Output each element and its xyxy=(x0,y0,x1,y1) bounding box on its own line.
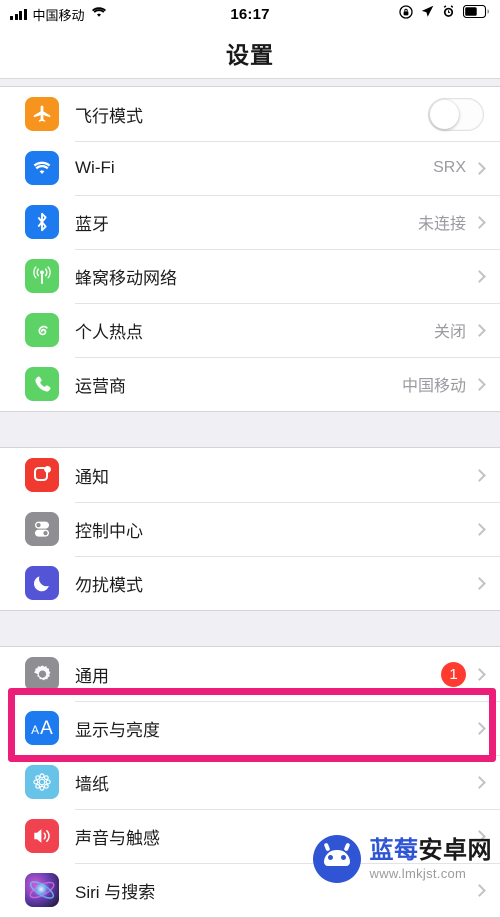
row-accessory xyxy=(473,522,486,536)
row-accessory: 中国移动 xyxy=(401,372,486,396)
settings-row-label: 个人热点 xyxy=(75,322,143,342)
row-accessory xyxy=(473,468,486,482)
row-accessory xyxy=(473,721,486,735)
group-spacer xyxy=(0,611,500,646)
rotation-lock-icon xyxy=(399,4,413,24)
cellular-icon xyxy=(25,259,59,293)
airplane-mode-toggle[interactable] xyxy=(428,97,484,131)
wifi-icon xyxy=(91,5,107,23)
gear-icon xyxy=(25,657,59,691)
chevron-right-icon xyxy=(473,269,486,283)
settings-row-label: 飞行模式 xyxy=(75,106,143,126)
airplane-icon xyxy=(25,97,59,131)
settings-row-display-brightness[interactable]: AA 显示与亮度 xyxy=(0,701,500,755)
bluetooth-icon xyxy=(25,205,59,239)
chevron-right-icon xyxy=(473,721,486,735)
battery-icon xyxy=(462,4,490,23)
signal-bars-icon xyxy=(10,8,27,20)
watermark-brand-blue: 蓝莓 xyxy=(369,836,419,864)
settings-row-label: 显示与亮度 xyxy=(75,720,160,740)
chevron-right-icon xyxy=(473,667,486,681)
row-accessory xyxy=(473,576,486,590)
location-arrow-icon xyxy=(421,5,434,23)
settings-row-general[interactable]: 通用 1 xyxy=(0,647,500,701)
control-center-icon xyxy=(25,512,59,546)
watermark-brand: 蓝莓安卓网 xyxy=(369,836,493,864)
row-accessory xyxy=(473,775,486,789)
settings-row-wallpaper[interactable]: 墙纸 xyxy=(0,755,500,809)
settings-row-bluetooth[interactable]: 蓝牙 未连接 xyxy=(0,195,500,249)
watermark: 蓝莓安卓网 www.lmkjst.com xyxy=(312,835,493,883)
row-accessory xyxy=(466,269,486,283)
chevron-right-icon xyxy=(473,883,486,897)
alarm-clock-icon xyxy=(442,5,455,23)
settings-row-control-center[interactable]: 控制中心 xyxy=(0,502,500,556)
chevron-right-icon xyxy=(473,161,486,175)
aa-glyph: AA xyxy=(31,717,53,739)
hotspot-icon xyxy=(25,313,59,347)
chevron-right-icon xyxy=(473,775,486,789)
general-update-badge: 1 xyxy=(441,661,466,687)
notifications-icon xyxy=(25,458,59,492)
watermark-brand-black: 安卓网 xyxy=(418,836,492,864)
chevron-right-icon xyxy=(473,323,486,337)
carrier-name: 中国移动 xyxy=(32,7,85,23)
row-accessory xyxy=(428,97,484,131)
row-accessory: 未连接 xyxy=(417,210,486,234)
settings-row-airplane-mode[interactable]: 飞行模式 xyxy=(0,87,500,141)
page-title: 设置 xyxy=(226,42,274,68)
settings-row-label: 运营商 xyxy=(75,376,126,396)
settings-row-notifications[interactable]: 通知 xyxy=(0,448,500,502)
settings-row-label: Siri 与搜索 xyxy=(75,882,156,902)
wallpaper-icon xyxy=(25,765,59,799)
settings-row-label: Wi-Fi xyxy=(75,158,115,177)
group-spacer xyxy=(0,412,500,447)
row-accessory xyxy=(473,883,486,897)
status-bar: 中国移动 16:17 xyxy=(0,0,500,28)
settings-row-label: 勿扰模式 xyxy=(75,575,143,595)
settings-row-label: 控制中心 xyxy=(75,521,143,541)
carrier-value: 中国移动 xyxy=(401,378,466,395)
watermark-url: www.lmkjst.com xyxy=(369,865,467,881)
settings-row-label: 蜂窝移动网络 xyxy=(75,268,177,288)
settings-row-carrier[interactable]: 运营商 中国移动 xyxy=(0,357,500,411)
chevron-right-icon xyxy=(473,377,486,391)
settings-row-label: 通用 xyxy=(75,666,109,686)
hotspot-status: 关闭 xyxy=(433,324,466,341)
sound-haptics-icon xyxy=(25,819,59,853)
android-mascot-icon xyxy=(312,835,361,883)
chevron-right-icon xyxy=(473,468,486,482)
settings-row-label: 墙纸 xyxy=(75,774,109,794)
status-bar-right xyxy=(399,4,490,24)
list-top-spacer xyxy=(0,78,500,86)
moon-icon xyxy=(25,566,59,600)
chevron-right-icon xyxy=(473,215,486,229)
phone-icon xyxy=(25,367,59,401)
watermark-text: 蓝莓安卓网 www.lmkjst.com xyxy=(369,836,493,881)
settings-row-label: 通知 xyxy=(75,467,109,487)
settings-row-label: 蓝牙 xyxy=(75,214,109,234)
chevron-right-icon xyxy=(473,522,486,536)
display-brightness-icon: AA xyxy=(25,711,59,745)
wifi-network-name: SRX xyxy=(433,159,466,176)
wifi-icon xyxy=(25,151,59,185)
row-accessory: 关闭 xyxy=(433,318,486,342)
row-accessory: 1 xyxy=(441,661,486,687)
row-accessory: SRX xyxy=(433,159,486,177)
settings-scroll-area[interactable]: 飞行模式 Wi-Fi SRX 蓝牙 未连接 蜂窝移动网络 个人热点 关闭 运营商… xyxy=(0,78,500,918)
settings-row-label: 声音与触感 xyxy=(75,828,160,848)
siri-icon xyxy=(25,873,59,907)
navigation-bar: 设置 xyxy=(0,28,500,78)
settings-row-cellular[interactable]: 蜂窝移动网络 xyxy=(0,249,500,303)
chevron-right-icon xyxy=(473,576,486,590)
settings-row-hotspot[interactable]: 个人热点 关闭 xyxy=(0,303,500,357)
settings-group-notifications: 通知 控制中心 勿扰模式 xyxy=(0,447,500,611)
status-bar-left: 中国移动 xyxy=(10,5,107,24)
settings-row-do-not-disturb[interactable]: 勿扰模式 xyxy=(0,556,500,610)
settings-row-wifi[interactable]: Wi-Fi SRX xyxy=(0,141,500,195)
bluetooth-status: 未连接 xyxy=(417,216,466,233)
settings-group-connectivity: 飞行模式 Wi-Fi SRX 蓝牙 未连接 蜂窝移动网络 个人热点 关闭 运营商… xyxy=(0,86,500,412)
